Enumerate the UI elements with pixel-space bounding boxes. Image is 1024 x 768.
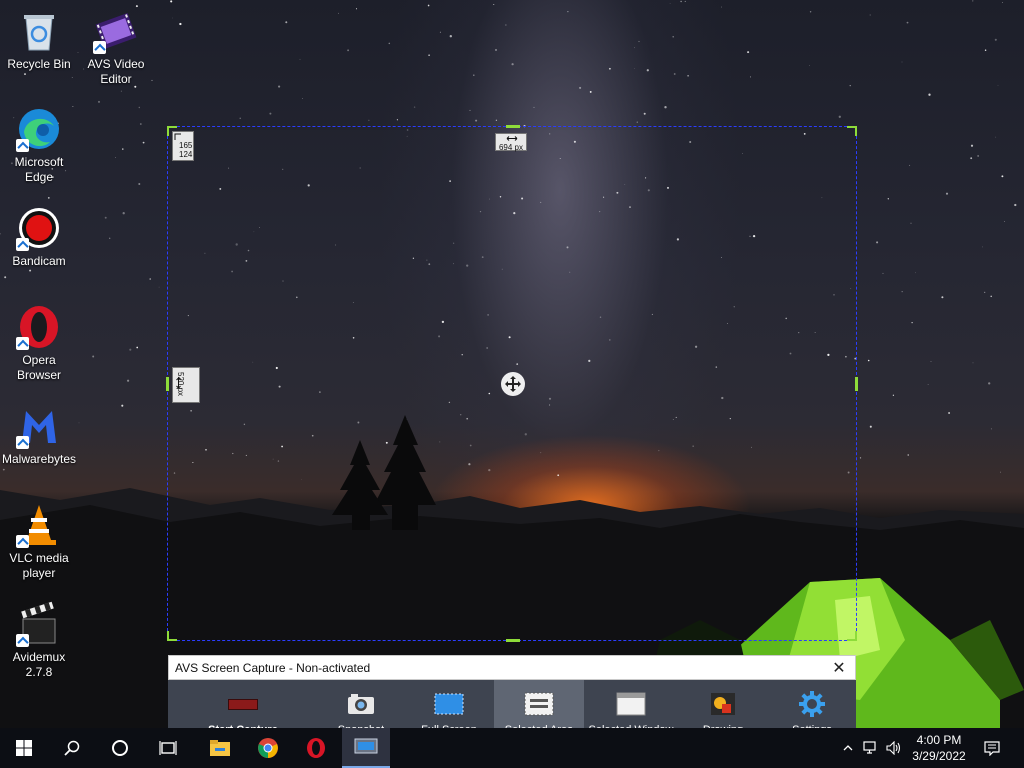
windows-start-button[interactable] <box>0 728 48 768</box>
vlc-icon <box>16 502 62 548</box>
selection-height-readout: 520 px <box>172 367 200 403</box>
task-view-button[interactable] <box>144 728 192 768</box>
resize-handle-bottom-left[interactable] <box>167 631 177 641</box>
camera-icon <box>347 690 375 718</box>
capture-selection-area[interactable]: 165 124 694 px 520 px <box>166 125 858 642</box>
action-center-button[interactable] <box>980 728 1004 768</box>
network-button[interactable] <box>860 728 882 768</box>
selection-position-readout: 165 124 <box>172 131 194 161</box>
avs-capture-taskbar-button[interactable] <box>342 728 390 768</box>
show-hidden-icons-button[interactable] <box>838 728 858 768</box>
desktop-icon-malwarebytes[interactable]: Malwarebytes <box>1 403 77 467</box>
corner-arrow-icon <box>174 133 181 140</box>
desktop-icon-label: Malwarebytes <box>1 452 77 466</box>
desktop-icon-label: Recycle Bin <box>7 57 71 71</box>
resize-handle-top[interactable] <box>506 125 520 128</box>
resize-handle-top-right[interactable] <box>847 126 857 136</box>
clock-time: 4:00 PM <box>916 733 962 747</box>
desktop-icon-recycle-bin[interactable]: Recycle Bin <box>1 8 77 72</box>
recycle-bin-icon <box>16 8 62 54</box>
drawing-icon <box>710 690 736 718</box>
window-title: AVS Screen Capture - Non-activated <box>175 660 371 675</box>
selected-area-icon <box>524 690 554 718</box>
opera-icon <box>307 738 325 758</box>
task-view-icon <box>159 741 177 755</box>
desktop-icon-label: AVS Video Editor <box>87 57 145 86</box>
network-icon <box>863 741 876 754</box>
clock-date: 3/29/2022 <box>912 749 966 763</box>
selection-y-value: 124 <box>179 150 193 159</box>
edge-icon <box>16 106 62 152</box>
notification-icon <box>984 740 1000 756</box>
desktop-icon-avidemux[interactable]: Avidemux 2.7.8 <box>1 601 77 680</box>
resize-handle-left[interactable] <box>166 377 169 391</box>
malwarebytes-icon <box>16 403 62 449</box>
taskbar-clock[interactable]: 4:00 PM 3/29/2022 <box>900 728 978 768</box>
file-explorer-icon <box>210 740 230 756</box>
horizontal-arrow-icon <box>506 136 518 141</box>
title-bar[interactable]: AVS Screen Capture - Non-activated ✕ <box>168 655 856 680</box>
selection-width-value: 694 px <box>498 143 524 152</box>
resize-handle-bottom[interactable] <box>506 639 520 642</box>
selection-height-value: 520 px <box>176 372 185 397</box>
desktop-icon-label: Opera Browser <box>16 353 61 382</box>
opera-taskbar-button[interactable] <box>292 728 340 768</box>
search-button[interactable] <box>48 728 96 768</box>
selection-width-readout: 694 px <box>495 133 527 152</box>
window-icon <box>616 690 646 718</box>
chrome-button[interactable] <box>244 728 292 768</box>
resize-handle-bottom-right[interactable] <box>847 631 857 641</box>
desktop-icon-label: Microsoft Edge <box>14 155 64 184</box>
desktop-icon-microsoft-edge[interactable]: Microsoft Edge <box>1 106 77 185</box>
selection-x-value: 165 <box>179 141 193 150</box>
bandicam-icon <box>16 205 62 251</box>
file-explorer-button[interactable] <box>196 728 244 768</box>
close-button[interactable]: ✕ <box>829 658 849 678</box>
cortana-button[interactable] <box>96 728 144 768</box>
full-screen-icon <box>434 690 464 718</box>
move-icon[interactable] <box>501 372 525 396</box>
desktop-icon-vlc-media-player[interactable]: VLC media player <box>1 502 77 581</box>
desktop-icon-avs-video-editor[interactable]: AVS Video Editor <box>78 8 154 87</box>
search-icon <box>64 740 80 756</box>
desktop-icon-label: Avidemux 2.7.8 <box>12 650 66 679</box>
gear-icon <box>798 690 826 718</box>
record-icon <box>228 698 258 710</box>
windows-start-icon <box>16 740 32 756</box>
taskbar: 4:00 PM 3/29/2022 <box>0 728 1024 768</box>
film-icon <box>93 8 139 54</box>
avs-capture-icon <box>354 738 378 754</box>
desktop-icon-bandicam[interactable]: Bandicam <box>1 205 77 269</box>
desktop-icon-label: Bandicam <box>12 254 66 268</box>
opera-icon <box>16 304 62 350</box>
resize-handle-right[interactable] <box>855 377 858 391</box>
cortana-icon <box>112 740 128 756</box>
chrome-icon <box>258 738 278 758</box>
desktop-icon-opera-browser[interactable]: Opera Browser <box>1 304 77 383</box>
clapperboard-icon <box>16 601 62 647</box>
chevron-up-icon <box>843 745 853 751</box>
desktop-icon-label: VLC media player <box>9 551 69 580</box>
